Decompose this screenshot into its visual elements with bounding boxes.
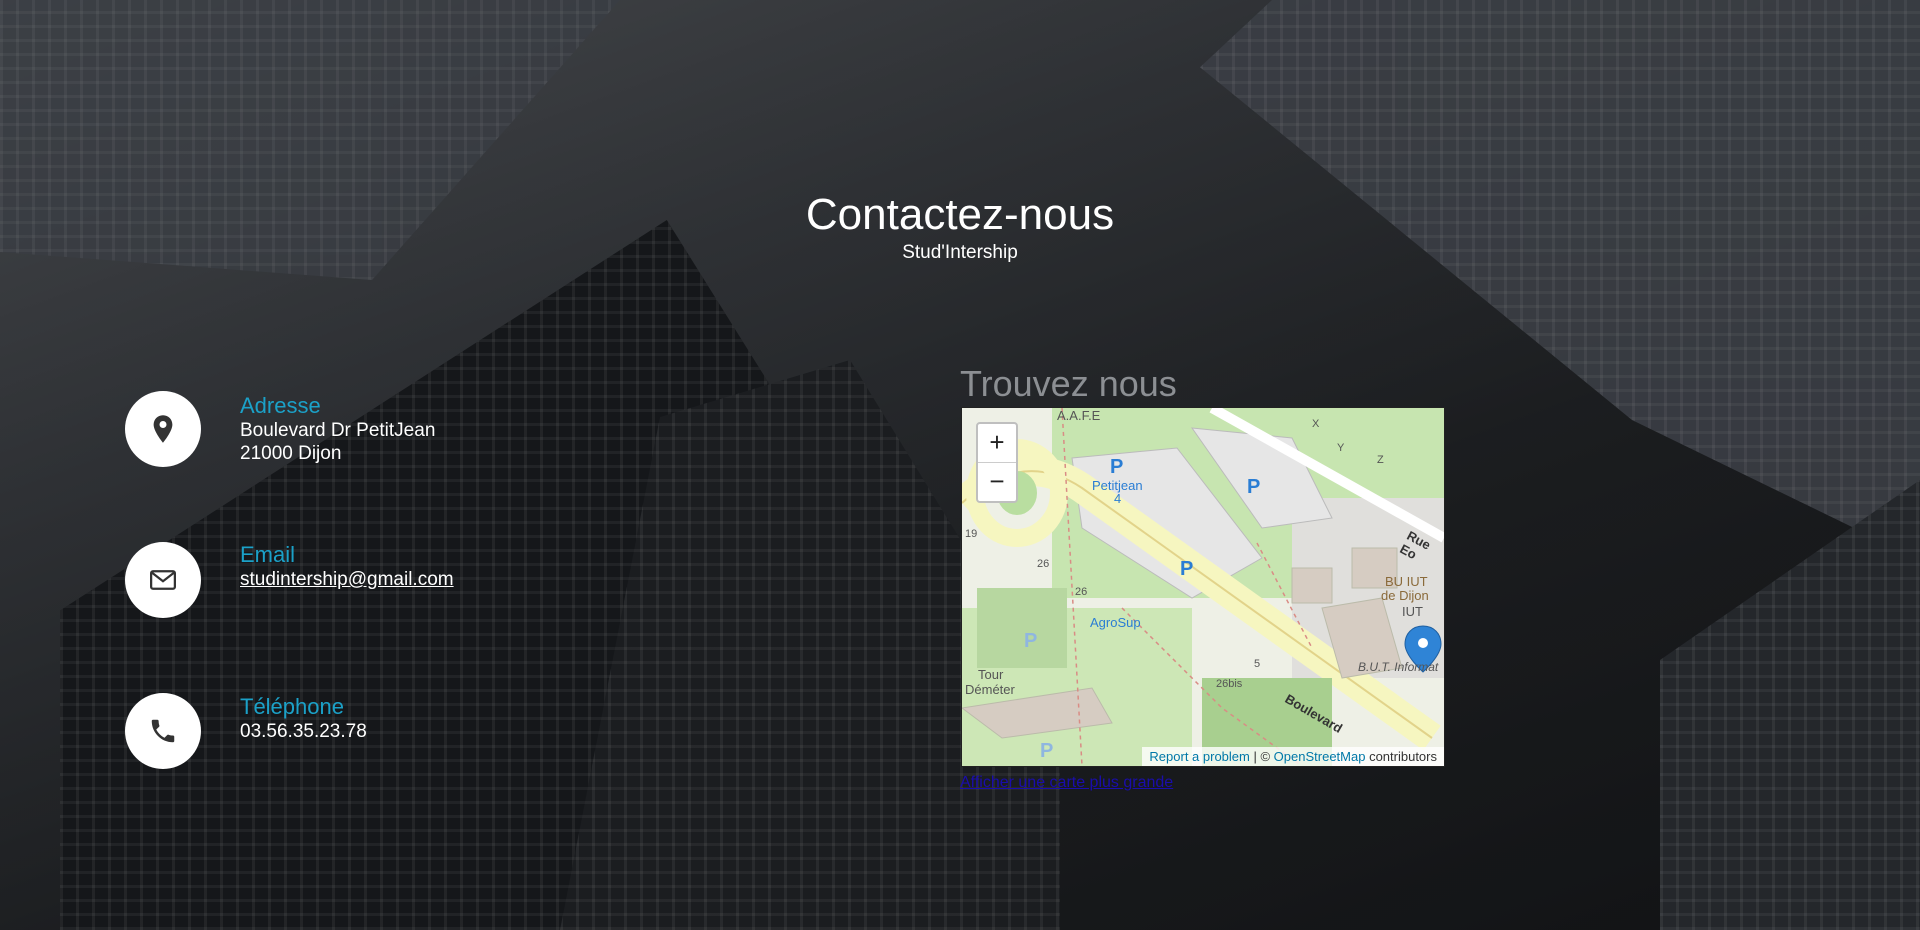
- zoom-out-button[interactable]: −: [978, 463, 1016, 501]
- map-label: 26bis: [1216, 678, 1243, 690]
- parking-label: P: [1247, 476, 1261, 498]
- page-header: Contactez-nous Stud'Intership: [0, 190, 1920, 264]
- attribution-separator: | ©: [1249, 749, 1274, 764]
- parking-label: P: [1040, 740, 1054, 762]
- map-label: BU IUT: [1385, 574, 1428, 589]
- map-section-title: Trouvez nous: [960, 363, 1177, 404]
- openstreetmap-link[interactable]: OpenStreetMap: [1274, 749, 1366, 764]
- map-label: 26: [1075, 586, 1088, 598]
- attribution-contributors: contributors: [1365, 749, 1437, 764]
- phone-icon: [151, 719, 175, 743]
- parking-label: P: [1024, 630, 1038, 652]
- parking-label: P: [1110, 456, 1124, 478]
- larger-map-link[interactable]: Afficher une carte plus grande: [960, 774, 1173, 792]
- page-title: Contactez-nous: [805, 190, 1115, 239]
- map-label: B.U.T. Informat: [1358, 660, 1439, 674]
- parking-label: P: [1180, 558, 1194, 580]
- map-label: Y: [1337, 442, 1345, 454]
- map-embed[interactable]: A.A.F.E P Petitjean 4 P P P P AgroSup To…: [961, 407, 1445, 767]
- map-label: 5: [1254, 658, 1261, 670]
- map-label: 26: [1037, 558, 1050, 570]
- phone-icon-circle: [125, 693, 201, 769]
- map-label: Déméter: [965, 682, 1015, 697]
- report-problem-link[interactable]: Report a problem: [1149, 749, 1249, 764]
- envelope-icon: [150, 570, 176, 590]
- contact-page: Contactez-nous Stud'Intership Adresse Bo…: [0, 0, 1920, 930]
- address-line1: Boulevard Dr PetitJean: [240, 420, 436, 441]
- zoom-in-button[interactable]: +: [978, 424, 1016, 463]
- map-label: 19: [965, 528, 978, 540]
- map-marker-icon: [153, 415, 173, 443]
- address-icon-circle: [125, 391, 201, 467]
- map-label: Z: [1377, 454, 1384, 466]
- page-subtitle: Stud'Intership: [902, 242, 1018, 263]
- email-link[interactable]: studintership@gmail.com: [240, 569, 454, 590]
- map-label: Tour: [978, 667, 1004, 682]
- phone-label: Téléphone: [240, 694, 344, 719]
- map-label: A.A.F.E: [1057, 408, 1101, 423]
- email-label: Email: [240, 542, 296, 567]
- address-line2: 21000 Dijon: [240, 443, 342, 464]
- map-tiles: [962, 408, 1444, 766]
- address-label: Adresse: [240, 393, 321, 418]
- map-label: 4: [1114, 491, 1122, 506]
- map-label: AgroSup: [1090, 615, 1141, 630]
- map-label: IUT: [1402, 604, 1423, 619]
- map-zoom-control: + −: [976, 422, 1018, 503]
- email-icon-circle: [125, 542, 201, 618]
- map-attribution: Report a problem | © OpenStreetMap contr…: [1142, 747, 1444, 766]
- phone-value: 03.56.35.23.78: [240, 721, 367, 742]
- map-label: X: [1312, 418, 1320, 430]
- map-label: de Dijon: [1381, 588, 1429, 603]
